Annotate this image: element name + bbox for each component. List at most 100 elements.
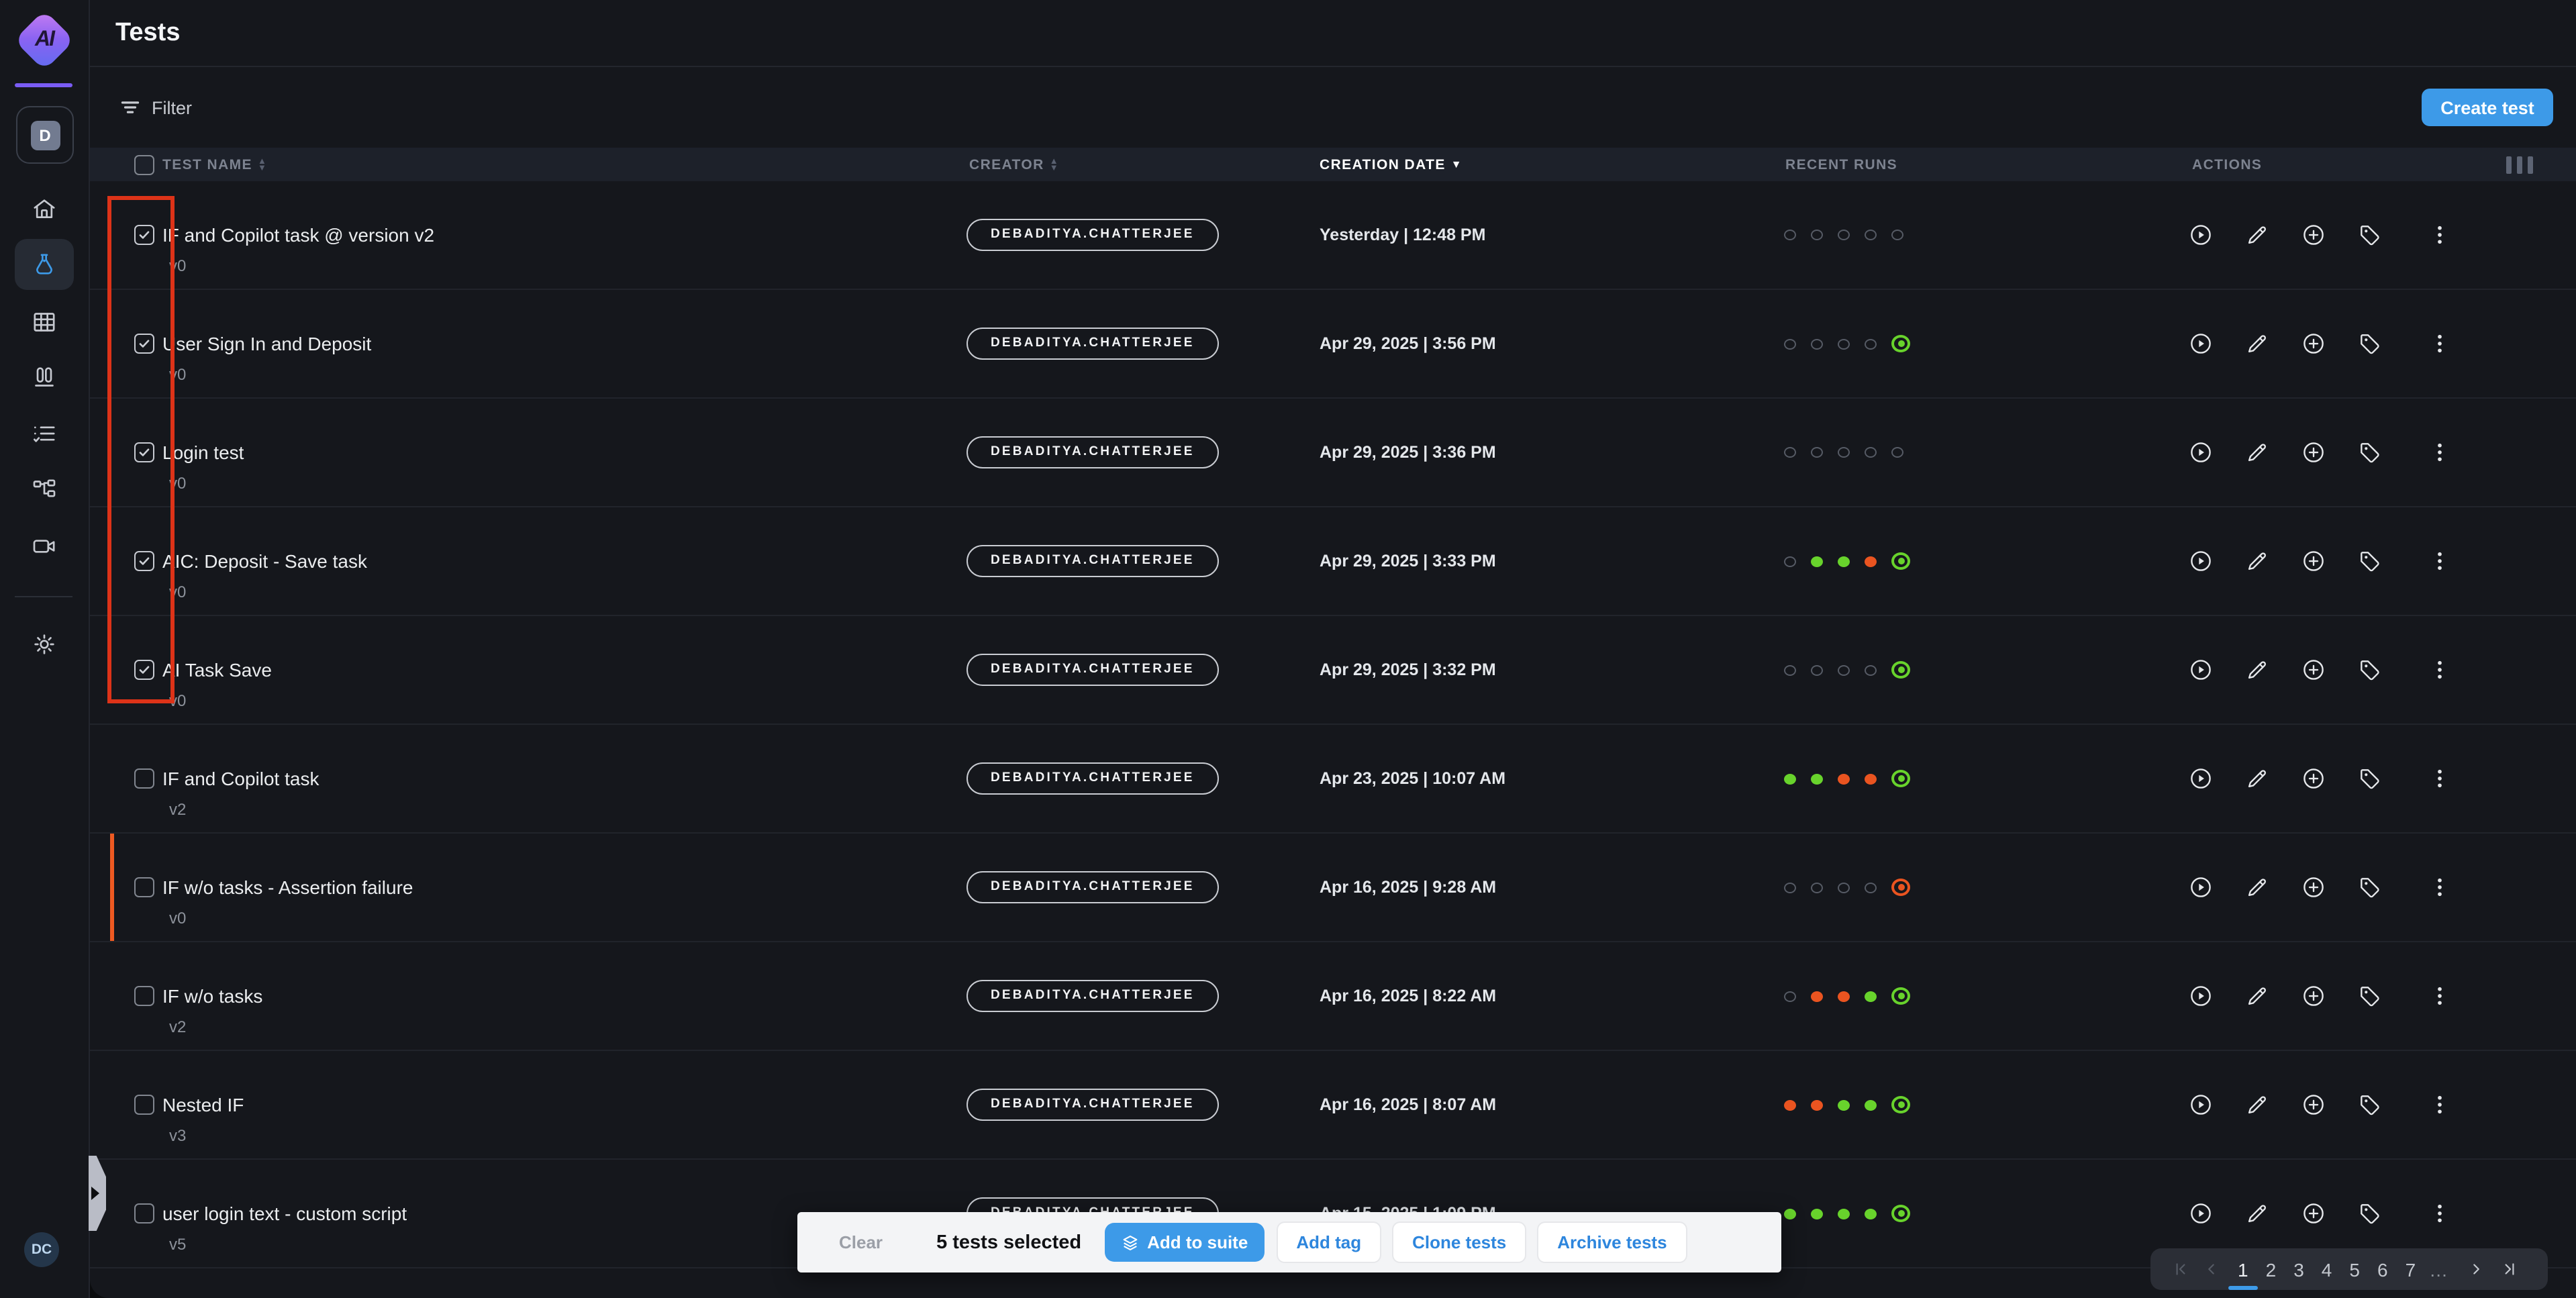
edit-pencil-icon[interactable]: [2244, 983, 2270, 1009]
row-checkbox[interactable]: [134, 768, 154, 789]
app-logo-icon[interactable]: AI: [17, 13, 71, 67]
test-name[interactable]: user login text - custom script: [162, 1203, 407, 1224]
edit-pencil-icon[interactable]: [2244, 222, 2270, 248]
add-plus-icon[interactable]: [2301, 440, 2326, 465]
prev-page-icon[interactable]: [2203, 1260, 2220, 1278]
tag-icon[interactable]: [2357, 1092, 2383, 1117]
page-number-1[interactable]: 1: [2238, 1258, 2248, 1280]
edit-pencil-icon[interactable]: [2244, 1201, 2270, 1226]
run-play-icon[interactable]: [2188, 766, 2214, 791]
next-page-icon[interactable]: [2467, 1260, 2484, 1278]
add-to-suite-button[interactable]: Add to suite: [1104, 1223, 1264, 1262]
test-name[interactable]: IF and Copilot task @ version v2: [162, 224, 434, 246]
page-number-2[interactable]: 2: [2266, 1258, 2277, 1280]
row-checkbox[interactable]: [134, 877, 154, 897]
add-plus-icon[interactable]: [2301, 331, 2326, 356]
edit-pencil-icon[interactable]: [2244, 548, 2270, 574]
run-status-dot-empty: [1811, 882, 1823, 893]
column-creator[interactable]: CREATOR ▲▼: [969, 156, 1059, 172]
edit-pencil-icon[interactable]: [2244, 875, 2270, 900]
more-kebab-icon[interactable]: [2427, 440, 2453, 465]
workspace-switcher[interactable]: D: [16, 106, 74, 164]
tag-icon[interactable]: [2357, 766, 2383, 791]
run-play-icon[interactable]: [2188, 875, 2214, 900]
filter-button[interactable]: Filter: [119, 89, 192, 126]
sidebar-item-tests[interactable]: [15, 239, 74, 290]
run-play-icon[interactable]: [2188, 548, 2214, 574]
columns-settings-icon[interactable]: [2506, 156, 2533, 173]
add-plus-icon[interactable]: [2301, 548, 2326, 574]
run-play-icon[interactable]: [2188, 1092, 2214, 1117]
run-play-icon[interactable]: [2188, 222, 2214, 248]
sidebar-item-workflows[interactable]: [15, 464, 74, 515]
run-play-icon[interactable]: [2188, 331, 2214, 356]
row-checkbox[interactable]: [134, 986, 154, 1006]
page-number-3[interactable]: 3: [2293, 1258, 2304, 1280]
add-plus-icon[interactable]: [2301, 1092, 2326, 1117]
run-play-icon[interactable]: [2188, 440, 2214, 465]
column-creation-date[interactable]: CREATION DATE ▼: [1320, 156, 1463, 172]
sidebar-item-recordings[interactable]: [15, 520, 74, 571]
more-kebab-icon[interactable]: [2427, 657, 2453, 683]
test-name[interactable]: IF w/o tasks - Assertion failure: [162, 877, 413, 898]
more-kebab-icon[interactable]: [2427, 331, 2453, 356]
select-all-checkbox[interactable]: [134, 154, 154, 174]
column-test-name[interactable]: TEST NAME ▲▼: [162, 156, 267, 172]
add-plus-icon[interactable]: [2301, 657, 2326, 683]
sidebar-item-suites[interactable]: [15, 297, 74, 348]
test-name[interactable]: Login test: [162, 442, 244, 463]
more-kebab-icon[interactable]: [2427, 875, 2453, 900]
edit-pencil-icon[interactable]: [2244, 657, 2270, 683]
test-name[interactable]: IF and Copilot task: [162, 768, 319, 789]
page-number-5[interactable]: 5: [2349, 1258, 2360, 1280]
create-test-button[interactable]: Create test: [2422, 89, 2553, 126]
clone-tests-button[interactable]: Clone tests: [1393, 1223, 1525, 1262]
tag-icon[interactable]: [2357, 548, 2383, 574]
test-name[interactable]: Nested IF: [162, 1094, 244, 1115]
row-checkbox[interactable]: [134, 1095, 154, 1115]
page-number-4[interactable]: 4: [2322, 1258, 2332, 1280]
last-page-icon[interactable]: [2500, 1260, 2518, 1278]
page-number-7[interactable]: 7: [2406, 1258, 2416, 1280]
add-plus-icon[interactable]: [2301, 1201, 2326, 1226]
sidebar-item-runs-list[interactable]: [15, 408, 74, 459]
edit-pencil-icon[interactable]: [2244, 440, 2270, 465]
test-name[interactable]: IF w/o tasks: [162, 985, 262, 1007]
tag-icon[interactable]: [2357, 875, 2383, 900]
tag-icon[interactable]: [2357, 983, 2383, 1009]
sidebar-item-settings[interactable]: [15, 619, 74, 670]
sidebar-item-home[interactable]: [15, 183, 74, 234]
run-play-icon[interactable]: [2188, 657, 2214, 683]
edit-pencil-icon[interactable]: [2244, 1092, 2270, 1117]
add-plus-icon[interactable]: [2301, 222, 2326, 248]
user-avatar[interactable]: DC: [24, 1232, 59, 1267]
test-name[interactable]: AIC: Deposit - Save task: [162, 550, 367, 572]
more-kebab-icon[interactable]: [2427, 1092, 2453, 1117]
add-tag-button[interactable]: Add tag: [1277, 1223, 1380, 1262]
test-name[interactable]: User Sign In and Deposit: [162, 333, 371, 354]
tag-icon[interactable]: [2357, 657, 2383, 683]
more-kebab-icon[interactable]: [2427, 222, 2453, 248]
more-kebab-icon[interactable]: [2427, 1201, 2453, 1226]
edit-pencil-icon[interactable]: [2244, 766, 2270, 791]
archive-tests-button[interactable]: Archive tests: [1538, 1223, 1685, 1262]
tag-icon[interactable]: [2357, 222, 2383, 248]
clear-selection-button[interactable]: Clear: [839, 1232, 883, 1252]
first-page-icon[interactable]: [2172, 1260, 2189, 1278]
run-play-icon[interactable]: [2188, 1201, 2214, 1226]
tag-icon[interactable]: [2357, 331, 2383, 356]
page-number-6[interactable]: 6: [2377, 1258, 2388, 1280]
more-kebab-icon[interactable]: [2427, 766, 2453, 791]
add-plus-icon[interactable]: [2301, 766, 2326, 791]
row-checkbox[interactable]: [134, 1203, 154, 1224]
add-plus-icon[interactable]: [2301, 875, 2326, 900]
more-kebab-icon[interactable]: [2427, 548, 2453, 574]
edit-pencil-icon[interactable]: [2244, 331, 2270, 356]
tag-icon[interactable]: [2357, 440, 2383, 465]
more-kebab-icon[interactable]: [2427, 983, 2453, 1009]
tag-icon[interactable]: [2357, 1201, 2383, 1226]
run-play-icon[interactable]: [2188, 983, 2214, 1009]
add-plus-icon[interactable]: [2301, 983, 2326, 1009]
sidebar-item-samples[interactable]: [15, 351, 74, 402]
test-name[interactable]: AI Task Save: [162, 659, 272, 681]
